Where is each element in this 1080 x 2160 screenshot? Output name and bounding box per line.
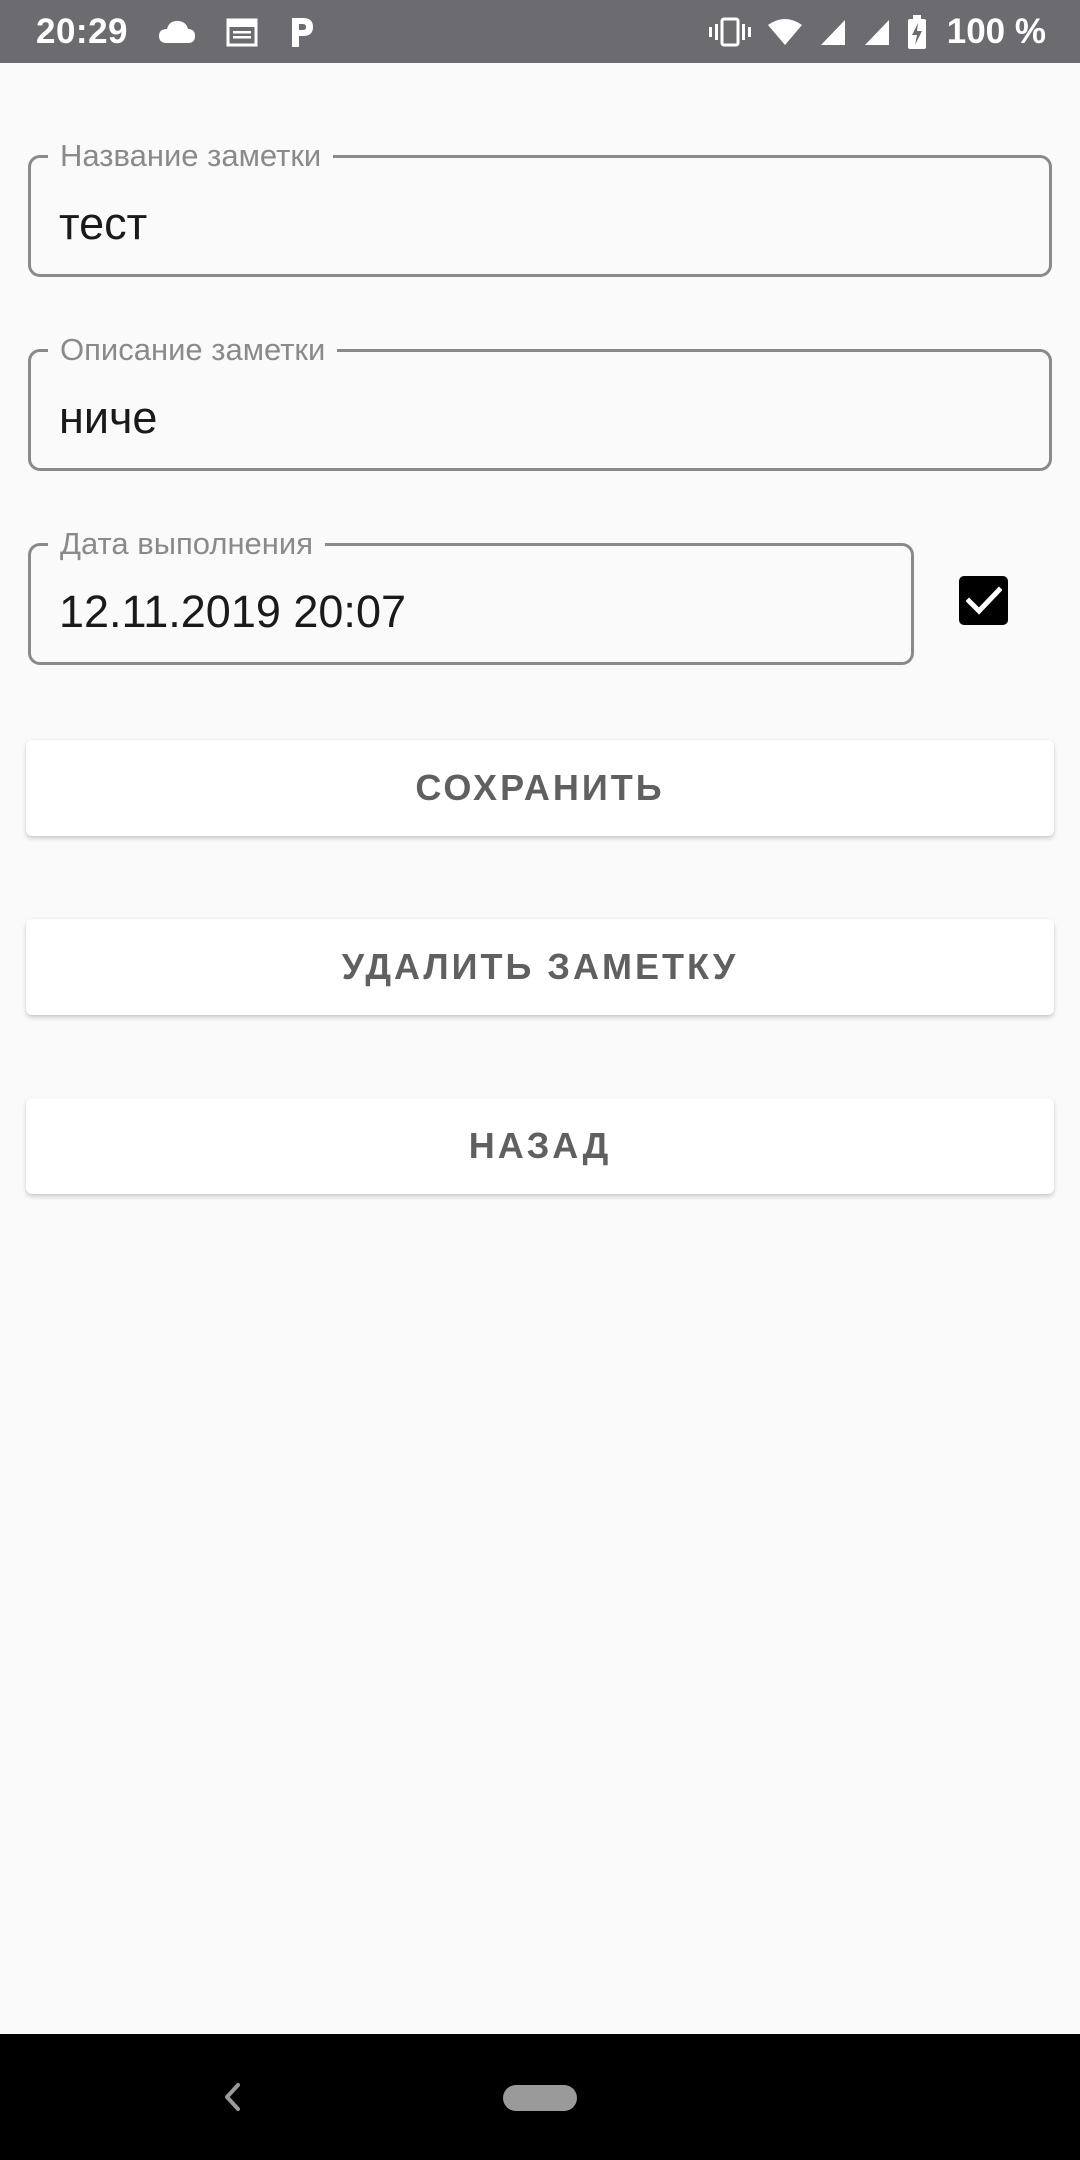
note-name-input[interactable]: тест [59,196,147,252]
battery-charging-icon [907,14,927,49]
system-navigation-bar [0,2034,1080,2160]
done-checkbox[interactable] [959,576,1008,625]
status-bar-right: 100 % [708,11,1046,52]
due-date-label: Дата выполнения [48,524,326,564]
due-date-input[interactable]: 12.11.2019 20:07 [59,584,406,640]
cloud-icon [158,19,196,45]
status-bar: 20:29 100 % [0,0,1080,63]
note-name-label: Название заметки [48,136,334,176]
note-edit-screen: 20:29 100 % Название заметки тест Описан… [0,0,1080,2160]
checkmark-icon [965,585,1002,615]
nav-back-icon[interactable] [220,2079,244,2120]
note-description-input[interactable]: ниче [59,390,157,446]
p-app-icon [288,16,316,48]
status-time: 20:29 [36,11,129,51]
signal-icon [819,18,847,46]
signal-icon [863,18,891,46]
save-button[interactable]: СОХРАНИТЬ [26,740,1054,836]
delete-note-button[interactable]: УДАЛИТЬ ЗАМЕТКУ [26,919,1054,1015]
note-description-field[interactable]: Описание заметки ниче [28,330,1052,471]
battery-percentage: 100 % [946,11,1046,51]
calendar-icon [226,17,258,47]
note-description-label: Описание заметки [48,330,338,370]
note-name-field[interactable]: Название заметки тест [28,136,1052,277]
due-date-field[interactable]: Дата выполнения 12.11.2019 20:07 [28,524,914,665]
nav-home-pill[interactable] [503,2085,577,2111]
back-button[interactable]: НАЗАД [26,1098,1054,1194]
wifi-icon [767,17,803,47]
vibrate-icon [708,17,751,47]
status-bar-left: 20:29 [36,12,316,52]
